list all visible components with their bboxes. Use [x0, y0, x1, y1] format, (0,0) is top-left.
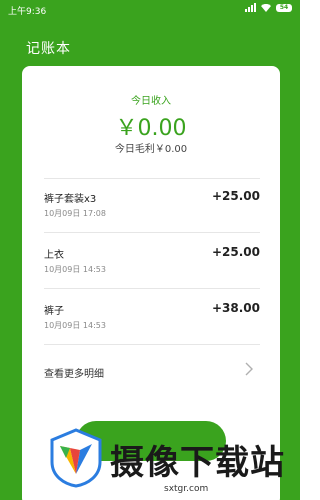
- today-profit: 今日毛利￥0.00: [114, 144, 188, 155]
- logo-icon: [50, 428, 102, 488]
- item-name: 上衣: [44, 250, 64, 261]
- status-time: 上午9:36: [8, 7, 47, 17]
- view-more-link[interactable]: 查看更多明细: [44, 365, 104, 380]
- item-amount: +38.00: [211, 301, 260, 315]
- watermark-text: 摄像下载站: [110, 443, 285, 483]
- item-time: 10月09日 14:53: [44, 265, 106, 274]
- divider: [44, 288, 260, 289]
- today-income-amount: ￥0.00: [115, 116, 187, 141]
- app-screen: 上午9:36 54 记账本 今日收入 ￥0.00 今日毛利￥0.00 裤子套装x…: [0, 0, 300, 500]
- list-item[interactable]: 裤子 10月09日 14:53 +38.00: [44, 296, 260, 340]
- wifi-icon: [261, 3, 271, 12]
- divider: [44, 178, 260, 179]
- signal-icon: [245, 3, 256, 12]
- battery-icon: 54: [276, 3, 292, 12]
- item-time: 10月09日 14:53: [44, 321, 106, 330]
- app-title: 记账本: [26, 41, 71, 57]
- item-name: 裤子套装x3: [44, 194, 97, 205]
- watermark-banner: 摄像下载站 sxtgr.com: [0, 418, 300, 500]
- item-amount: +25.00: [211, 189, 260, 203]
- item-name: 裤子: [44, 306, 64, 317]
- item-time: 10月09日 17:08: [44, 209, 106, 218]
- status-icons: 54: [245, 3, 292, 12]
- today-income-label: 今日收入: [131, 96, 171, 107]
- divider: [44, 344, 260, 345]
- status-bar: 上午9:36 54: [0, 0, 300, 20]
- divider: [44, 232, 260, 233]
- list-item[interactable]: 上衣 10月09日 14:53 +25.00: [44, 240, 260, 284]
- list-item[interactable]: 裤子套装x3 10月09日 17:08 +25.00: [44, 184, 260, 228]
- item-amount: +25.00: [211, 245, 260, 259]
- watermark-url: sxtgr.com: [164, 484, 209, 494]
- chevron-right-icon[interactable]: [244, 362, 254, 376]
